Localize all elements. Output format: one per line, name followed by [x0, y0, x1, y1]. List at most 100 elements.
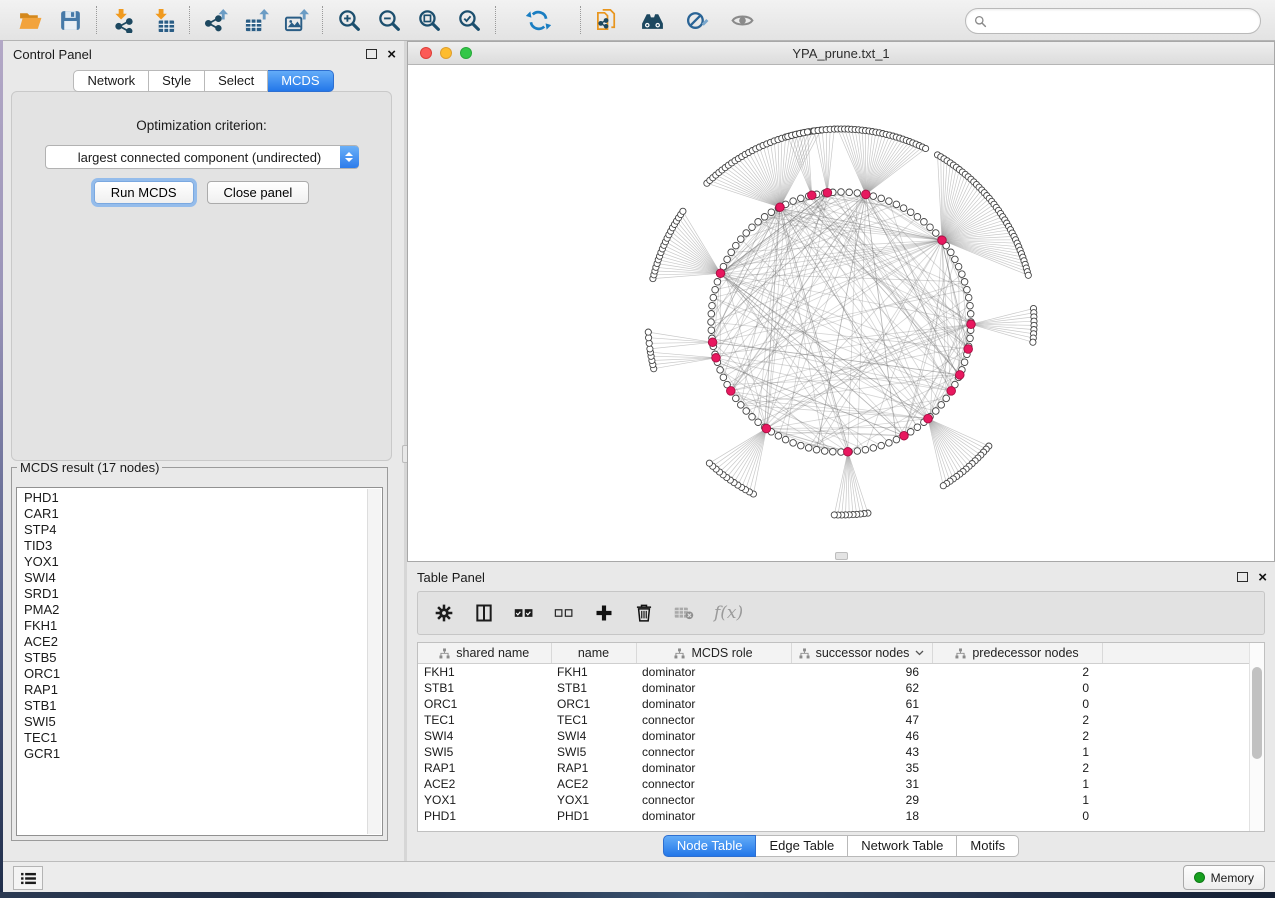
- table-cell[interactable]: 62: [791, 680, 932, 696]
- table-cell[interactable]: connector: [636, 712, 791, 728]
- mcds-result-item[interactable]: SWI5: [24, 714, 382, 730]
- table-cell[interactable]: connector: [636, 776, 791, 792]
- column-header-predecessor-nodes[interactable]: predecessor nodes: [932, 643, 1102, 664]
- mcds-result-item[interactable]: TID3: [24, 538, 382, 554]
- function-builder-button[interactable]: f(x): [714, 600, 743, 626]
- sash-resize-grip[interactable]: [835, 552, 848, 560]
- table-cell[interactable]: 0: [932, 808, 1102, 824]
- select-all-button[interactable]: [514, 600, 534, 626]
- tab-edge-table[interactable]: Edge Table: [756, 835, 848, 857]
- window-minimize-traffic-light[interactable]: [440, 47, 452, 59]
- mcds-result-item[interactable]: SRD1: [24, 586, 382, 602]
- table-row[interactable]: TEC1TEC1connector472: [418, 712, 1250, 728]
- delete-row-button[interactable]: [634, 600, 654, 626]
- tab-mcds[interactable]: MCDS: [268, 70, 333, 92]
- delete-table-button[interactable]: [674, 600, 694, 626]
- show-all-button[interactable]: [728, 6, 756, 34]
- export-network-button[interactable]: [202, 6, 230, 34]
- mcds-result-item[interactable]: ORC1: [24, 666, 382, 682]
- mcds-result-item[interactable]: GCR1: [24, 746, 382, 762]
- table-cell[interactable]: dominator: [636, 680, 791, 696]
- table-cell[interactable]: YOX1: [418, 792, 551, 808]
- table-cell[interactable]: 1: [932, 792, 1102, 808]
- table-cell[interactable]: STB1: [418, 680, 551, 696]
- table-cell[interactable]: 35: [791, 760, 932, 776]
- mcds-result-item[interactable]: STB1: [24, 698, 382, 714]
- table-row[interactable]: PHD1PHD1dominator180: [418, 808, 1250, 824]
- table-cell[interactable]: SWI4: [551, 728, 636, 744]
- table-cell[interactable]: 1: [932, 744, 1102, 760]
- apply-layout-button[interactable]: [524, 6, 552, 34]
- window-zoom-traffic-light[interactable]: [460, 47, 472, 59]
- table-row[interactable]: ACE2ACE2connector311: [418, 776, 1250, 792]
- close-panel-button[interactable]: Close panel: [207, 181, 310, 204]
- deselect-all-button[interactable]: [554, 600, 574, 626]
- first-neighbors-button[interactable]: [638, 6, 666, 34]
- table-cell[interactable]: TEC1: [418, 712, 551, 728]
- show-column-button[interactable]: [474, 600, 494, 626]
- column-settings-button[interactable]: [434, 600, 454, 626]
- table-cell[interactable]: 0: [932, 680, 1102, 696]
- table-row[interactable]: SWI5SWI5connector431: [418, 744, 1250, 760]
- export-image-button[interactable]: [282, 6, 310, 34]
- table-cell[interactable]: SWI5: [418, 744, 551, 760]
- mcds-result-item[interactable]: STB5: [24, 650, 382, 666]
- table-cell[interactable]: connector: [636, 792, 791, 808]
- zoom-in-button[interactable]: [335, 6, 363, 34]
- close-table-panel-icon[interactable]: ×: [1258, 570, 1267, 585]
- run-mcds-button[interactable]: Run MCDS: [94, 181, 194, 204]
- column-header-shared-name[interactable]: shared name: [418, 643, 551, 664]
- zoom-fit-button[interactable]: [415, 6, 443, 34]
- table-cell[interactable]: 47: [791, 712, 932, 728]
- mcds-result-item[interactable]: ACE2: [24, 634, 382, 650]
- table-cell[interactable]: 96: [791, 664, 932, 681]
- tab-motifs[interactable]: Motifs: [957, 835, 1019, 857]
- table-cell[interactable]: SWI5: [551, 744, 636, 760]
- column-header-name[interactable]: name: [551, 643, 636, 664]
- table-cell[interactable]: 31: [791, 776, 932, 792]
- table-row[interactable]: FKH1FKH1dominator962: [418, 664, 1250, 681]
- table-cell[interactable]: YOX1: [551, 792, 636, 808]
- import-network-button[interactable]: [109, 6, 137, 34]
- column-header-MCDS-role[interactable]: MCDS role: [636, 643, 791, 664]
- table-cell[interactable]: ACE2: [418, 776, 551, 792]
- mcds-result-item[interactable]: SWI4: [24, 570, 382, 586]
- mcds-result-item[interactable]: TEC1: [24, 730, 382, 746]
- network-graph[interactable]: [408, 65, 1274, 562]
- mcds-result-item[interactable]: PHD1: [24, 490, 382, 506]
- task-history-button[interactable]: [13, 866, 43, 890]
- window-close-traffic-light[interactable]: [420, 47, 432, 59]
- table-cell[interactable]: TEC1: [551, 712, 636, 728]
- table-cell[interactable]: dominator: [636, 728, 791, 744]
- table-cell[interactable]: dominator: [636, 760, 791, 776]
- table-cell[interactable]: 2: [932, 712, 1102, 728]
- table-cell[interactable]: 1: [932, 776, 1102, 792]
- table-scrollbar-thumb[interactable]: [1252, 667, 1262, 759]
- table-scrollbar[interactable]: [1249, 643, 1264, 831]
- memory-button[interactable]: Memory: [1183, 865, 1265, 890]
- tab-network-table[interactable]: Network Table: [848, 835, 957, 857]
- zoom-selected-button[interactable]: [455, 6, 483, 34]
- table-cell[interactable]: 29: [791, 792, 932, 808]
- tab-select[interactable]: Select: [205, 70, 268, 92]
- mcds-result-item[interactable]: STP4: [24, 522, 382, 538]
- table-row[interactable]: RAP1RAP1dominator352: [418, 760, 1250, 776]
- export-table-button[interactable]: [242, 6, 270, 34]
- mcds-result-item[interactable]: PMA2: [24, 602, 382, 618]
- table-cell[interactable]: dominator: [636, 664, 791, 681]
- table-cell[interactable]: 43: [791, 744, 932, 760]
- table-cell[interactable]: PHD1: [551, 808, 636, 824]
- table-cell[interactable]: RAP1: [551, 760, 636, 776]
- table-row[interactable]: STB1STB1dominator620: [418, 680, 1250, 696]
- table-cell[interactable]: dominator: [636, 808, 791, 824]
- mcds-result-item[interactable]: RAP1: [24, 682, 382, 698]
- open-file-button[interactable]: [16, 6, 44, 34]
- close-panel-icon[interactable]: ×: [387, 47, 396, 62]
- column-header-successor-nodes[interactable]: successor nodes: [791, 643, 932, 664]
- table-row[interactable]: YOX1YOX1connector291: [418, 792, 1250, 808]
- table-cell[interactable]: ORC1: [418, 696, 551, 712]
- add-row-button[interactable]: [594, 600, 614, 626]
- table-cell[interactable]: 2: [932, 728, 1102, 744]
- save-session-button[interactable]: [56, 6, 84, 34]
- optimization-criterion-select[interactable]: largest connected component (undirected): [45, 145, 359, 169]
